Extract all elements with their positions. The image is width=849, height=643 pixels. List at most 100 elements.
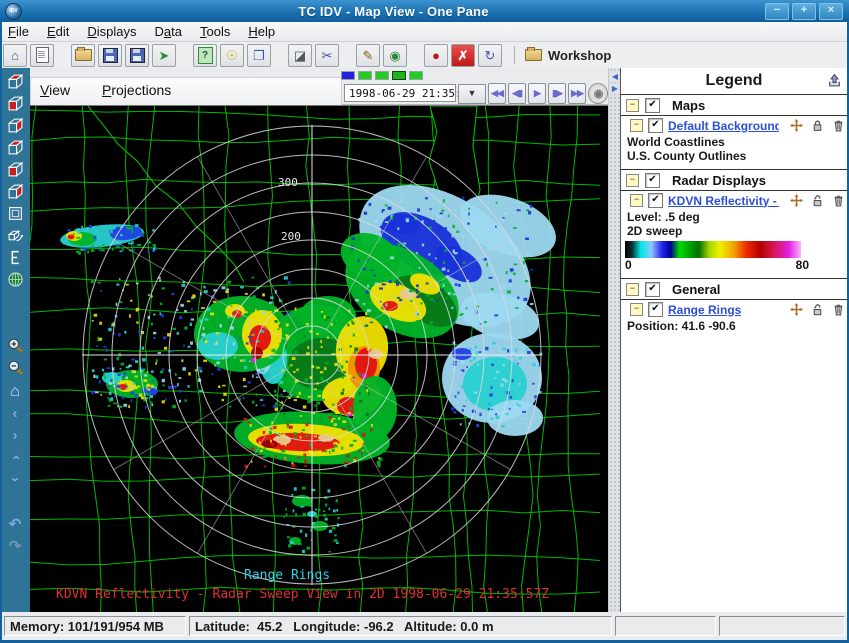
step-forward-button[interactable]: ▮▶ (548, 83, 566, 104)
view-top-button[interactable] (4, 73, 26, 94)
app-window: IDV TC IDV - Map View - One Pane − + × F… (0, 0, 849, 643)
collapse-toggle[interactable]: − (630, 303, 643, 316)
scale-button[interactable] (4, 249, 26, 270)
time-dropdown-button[interactable]: ▼ (458, 84, 486, 104)
cut-button[interactable]: ✂ (315, 44, 339, 67)
reflectivity-colorbar[interactable] (625, 241, 801, 258)
collapse-toggle[interactable]: − (630, 194, 643, 207)
menubar: File Edit Displays Data Tools Help (0, 22, 849, 42)
menu-edit[interactable]: Edit (47, 24, 69, 39)
step-back-button[interactable]: ◀▮ (508, 83, 526, 104)
menu-displays[interactable]: Displays (87, 24, 136, 39)
menu-view[interactable]: View (40, 82, 70, 98)
unlock-icon[interactable] (810, 194, 824, 207)
globe-button[interactable]: ◉ (383, 44, 407, 67)
menu-projections[interactable]: Projections (102, 82, 171, 98)
move-display-icon[interactable] (789, 119, 803, 132)
range-rings-link[interactable]: Range Rings (668, 303, 741, 317)
redo-button[interactable]: ↷ (4, 535, 26, 556)
new-button[interactable] (30, 44, 54, 67)
menu-help[interactable]: Help (248, 24, 275, 39)
menu-data[interactable]: Data (155, 24, 182, 39)
menu-tools[interactable]: Tools (200, 24, 230, 39)
minimize-button[interactable]: − (765, 3, 789, 20)
visibility-checkbox[interactable]: ✔ (648, 118, 663, 133)
export-button[interactable]: ➤ (152, 44, 176, 67)
scissors-icon: ✂ (322, 49, 333, 62)
play-button[interactable]: ▶ (528, 83, 546, 104)
zoom-out-icon (7, 359, 24, 381)
default-background-maps-link[interactable]: Default Background Maps (668, 119, 779, 133)
kdvn-reflectivity-link[interactable]: KDVN Reflectivity - Radar _ (668, 194, 779, 208)
move-display-icon[interactable] (789, 303, 803, 316)
zoom-in-button[interactable] (4, 337, 26, 358)
titlebar[interactable]: IDV TC IDV - Map View - One Pane − + × (0, 0, 849, 22)
delete-button[interactable]: ✗ (451, 44, 475, 67)
time-step-boxes[interactable] (341, 71, 423, 80)
general-visibility-checkbox[interactable]: ✔ (645, 282, 660, 297)
view-bottom-button[interactable] (4, 95, 26, 116)
save-button[interactable] (98, 44, 122, 67)
visibility-checkbox[interactable]: ✔ (648, 193, 663, 208)
save-as-button[interactable] (125, 44, 149, 67)
view-2d-button[interactable] (4, 205, 26, 226)
collapse-right-icon[interactable]: ▶ (610, 84, 620, 94)
pan-right-button[interactable]: › (4, 425, 26, 446)
view-back-button[interactable] (4, 183, 26, 204)
home-view-button[interactable]: ⌂ (4, 381, 26, 402)
undo-button[interactable]: ↶ (4, 513, 26, 534)
view-front-button[interactable] (4, 161, 26, 182)
lock-icon[interactable] (810, 119, 824, 132)
home-button[interactable]: ⌂ (3, 44, 27, 67)
collapse-left-icon[interactable]: ◀ (610, 72, 620, 82)
stop-button[interactable]: ● (424, 44, 448, 67)
help-button[interactable]: ? (193, 44, 217, 67)
workshop-toolbar-item[interactable]: Workshop (525, 48, 611, 63)
go-to-end-button[interactable]: ▶▶ (568, 83, 586, 104)
maximize-button[interactable]: + (792, 3, 816, 20)
animation-properties-button[interactable]: ◉ (588, 83, 608, 104)
view-left-button[interactable] (4, 139, 26, 160)
tips-button[interactable]: ☉ (220, 44, 244, 67)
time-step[interactable] (375, 71, 389, 80)
time-display-field[interactable]: 1998-06-29 21:35:57Z (344, 84, 456, 102)
open-button[interactable] (71, 44, 95, 67)
refresh-button[interactable]: ↻ (478, 44, 502, 67)
collapse-general-toggle[interactable]: − (626, 283, 639, 296)
trash-icon[interactable] (831, 194, 845, 207)
collapse-radar-toggle[interactable]: − (626, 174, 639, 187)
show-dashboard-button[interactable]: ❐ (247, 44, 271, 67)
maps-visibility-checkbox[interactable]: ✔ (645, 98, 660, 113)
view-right-button[interactable] (4, 117, 26, 138)
go-to-start-button[interactable]: ◀◀ (488, 83, 506, 104)
erase-button[interactable]: ◪ (288, 44, 312, 67)
pan-down-button[interactable]: › (4, 469, 26, 490)
memory-status: Memory: 101/191/954 MB (4, 616, 186, 636)
map-view[interactable]: 300 200 Range Rings KDVN Reflectivity - … (30, 105, 608, 613)
unlock-icon[interactable] (810, 303, 824, 316)
collapse-maps-toggle[interactable]: − (626, 99, 639, 112)
time-step[interactable] (358, 71, 372, 80)
float-legend-button[interactable] (827, 73, 842, 93)
edit-button[interactable]: ✎ (356, 44, 380, 67)
cube-right-icon (7, 117, 24, 139)
projection-globe-button[interactable] (4, 271, 26, 292)
workshop-folder-icon (525, 49, 542, 61)
panel-splitter[interactable]: ◀ ▶ (608, 68, 620, 612)
zoom-out-button[interactable] (4, 359, 26, 380)
pan-up-button[interactable]: › (4, 447, 26, 468)
trash-icon[interactable] (831, 119, 845, 132)
pan-left-button[interactable]: ‹ (4, 403, 26, 424)
time-step[interactable] (341, 71, 355, 80)
time-step[interactable] (409, 71, 423, 80)
move-display-icon[interactable] (789, 194, 803, 207)
view-menu-panel (30, 77, 342, 107)
trash-icon[interactable] (831, 303, 845, 316)
menu-file[interactable]: File (8, 24, 29, 39)
visibility-checkbox[interactable]: ✔ (648, 302, 663, 317)
radar-visibility-checkbox[interactable]: ✔ (645, 173, 660, 188)
collapse-toggle[interactable]: − (630, 119, 643, 132)
time-step-current[interactable] (392, 71, 406, 80)
close-button[interactable]: × (819, 3, 843, 20)
rotate-view-button[interactable] (4, 227, 26, 248)
